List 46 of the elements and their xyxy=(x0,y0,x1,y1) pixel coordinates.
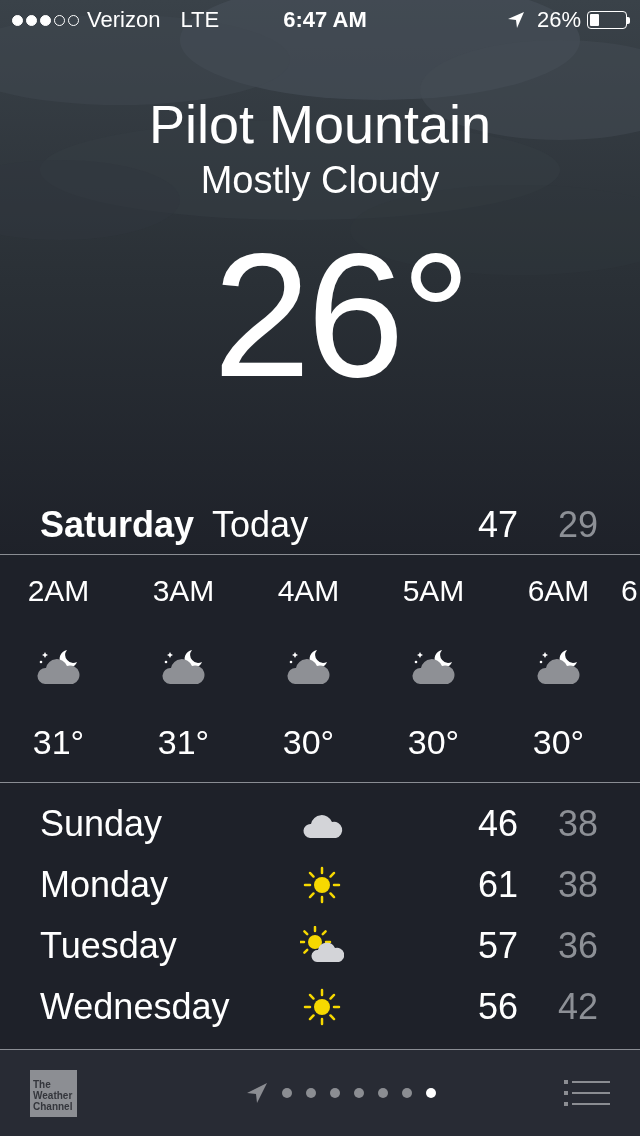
list-icon[interactable] xyxy=(564,1080,610,1106)
weather-channel-logo[interactable]: The Weather Channel xyxy=(30,1069,77,1117)
clock-time: 6:47 AM xyxy=(283,7,367,33)
network-type: LTE xyxy=(180,7,220,33)
page-indicator-dot[interactable] xyxy=(281,1088,292,1098)
hour-label: 3AM xyxy=(152,573,215,609)
hourly-temperature: 30° xyxy=(407,723,460,762)
page-indicator-dot[interactable] xyxy=(329,1088,340,1098)
low-temperature: 36 xyxy=(556,924,598,967)
day-name: Wednesday xyxy=(40,985,231,1028)
high-temperature: 61 xyxy=(476,863,518,906)
day-name: Monday xyxy=(40,863,170,906)
battery-icon xyxy=(587,11,630,29)
hourly-temperature: 30° xyxy=(282,723,335,762)
hourly-temperature: 31° xyxy=(32,723,85,762)
hourly-temperature: 31° xyxy=(157,723,210,762)
low-temperature: 38 xyxy=(556,863,598,906)
current-temperature: 26° xyxy=(211,230,468,400)
high-temperature: 47 xyxy=(476,504,518,546)
battery-percentage: 26% xyxy=(536,7,581,33)
weather-condition: Mostly Cloudy xyxy=(200,158,440,202)
page-indicator-dot[interactable] xyxy=(425,1088,436,1098)
page-indicator-dot[interactable] xyxy=(353,1088,364,1098)
hour-label: 5AM xyxy=(402,573,465,609)
page-indicator-dot[interactable] xyxy=(377,1088,388,1098)
day-name: Tuesday xyxy=(40,924,178,967)
hour-label: 6 xyxy=(621,573,638,609)
day-name: Sunday xyxy=(40,802,164,845)
today-label: Today xyxy=(212,504,309,546)
day-name: Saturday xyxy=(40,504,195,546)
hourly-temperature: 30° xyxy=(532,723,585,762)
low-temperature: 42 xyxy=(556,985,598,1028)
low-temperature: 38 xyxy=(556,802,598,845)
high-temperature: 56 xyxy=(476,985,518,1028)
hour-label: 6AM xyxy=(527,573,590,609)
hour-label: 2AM xyxy=(27,573,90,609)
location-arrow-icon xyxy=(506,11,525,29)
high-temperature: 57 xyxy=(476,924,518,967)
location-arrow-icon xyxy=(245,1082,268,1104)
carrier-name: Verizon xyxy=(87,7,161,33)
low-temperature: 29 xyxy=(556,504,598,546)
high-temperature: 46 xyxy=(476,802,518,845)
page-indicator-dot[interactable] xyxy=(401,1088,412,1098)
page-indicator-dot[interactable] xyxy=(305,1088,316,1098)
city-name: Pilot Mountain xyxy=(148,93,492,156)
hour-label: 4AM xyxy=(277,573,340,609)
